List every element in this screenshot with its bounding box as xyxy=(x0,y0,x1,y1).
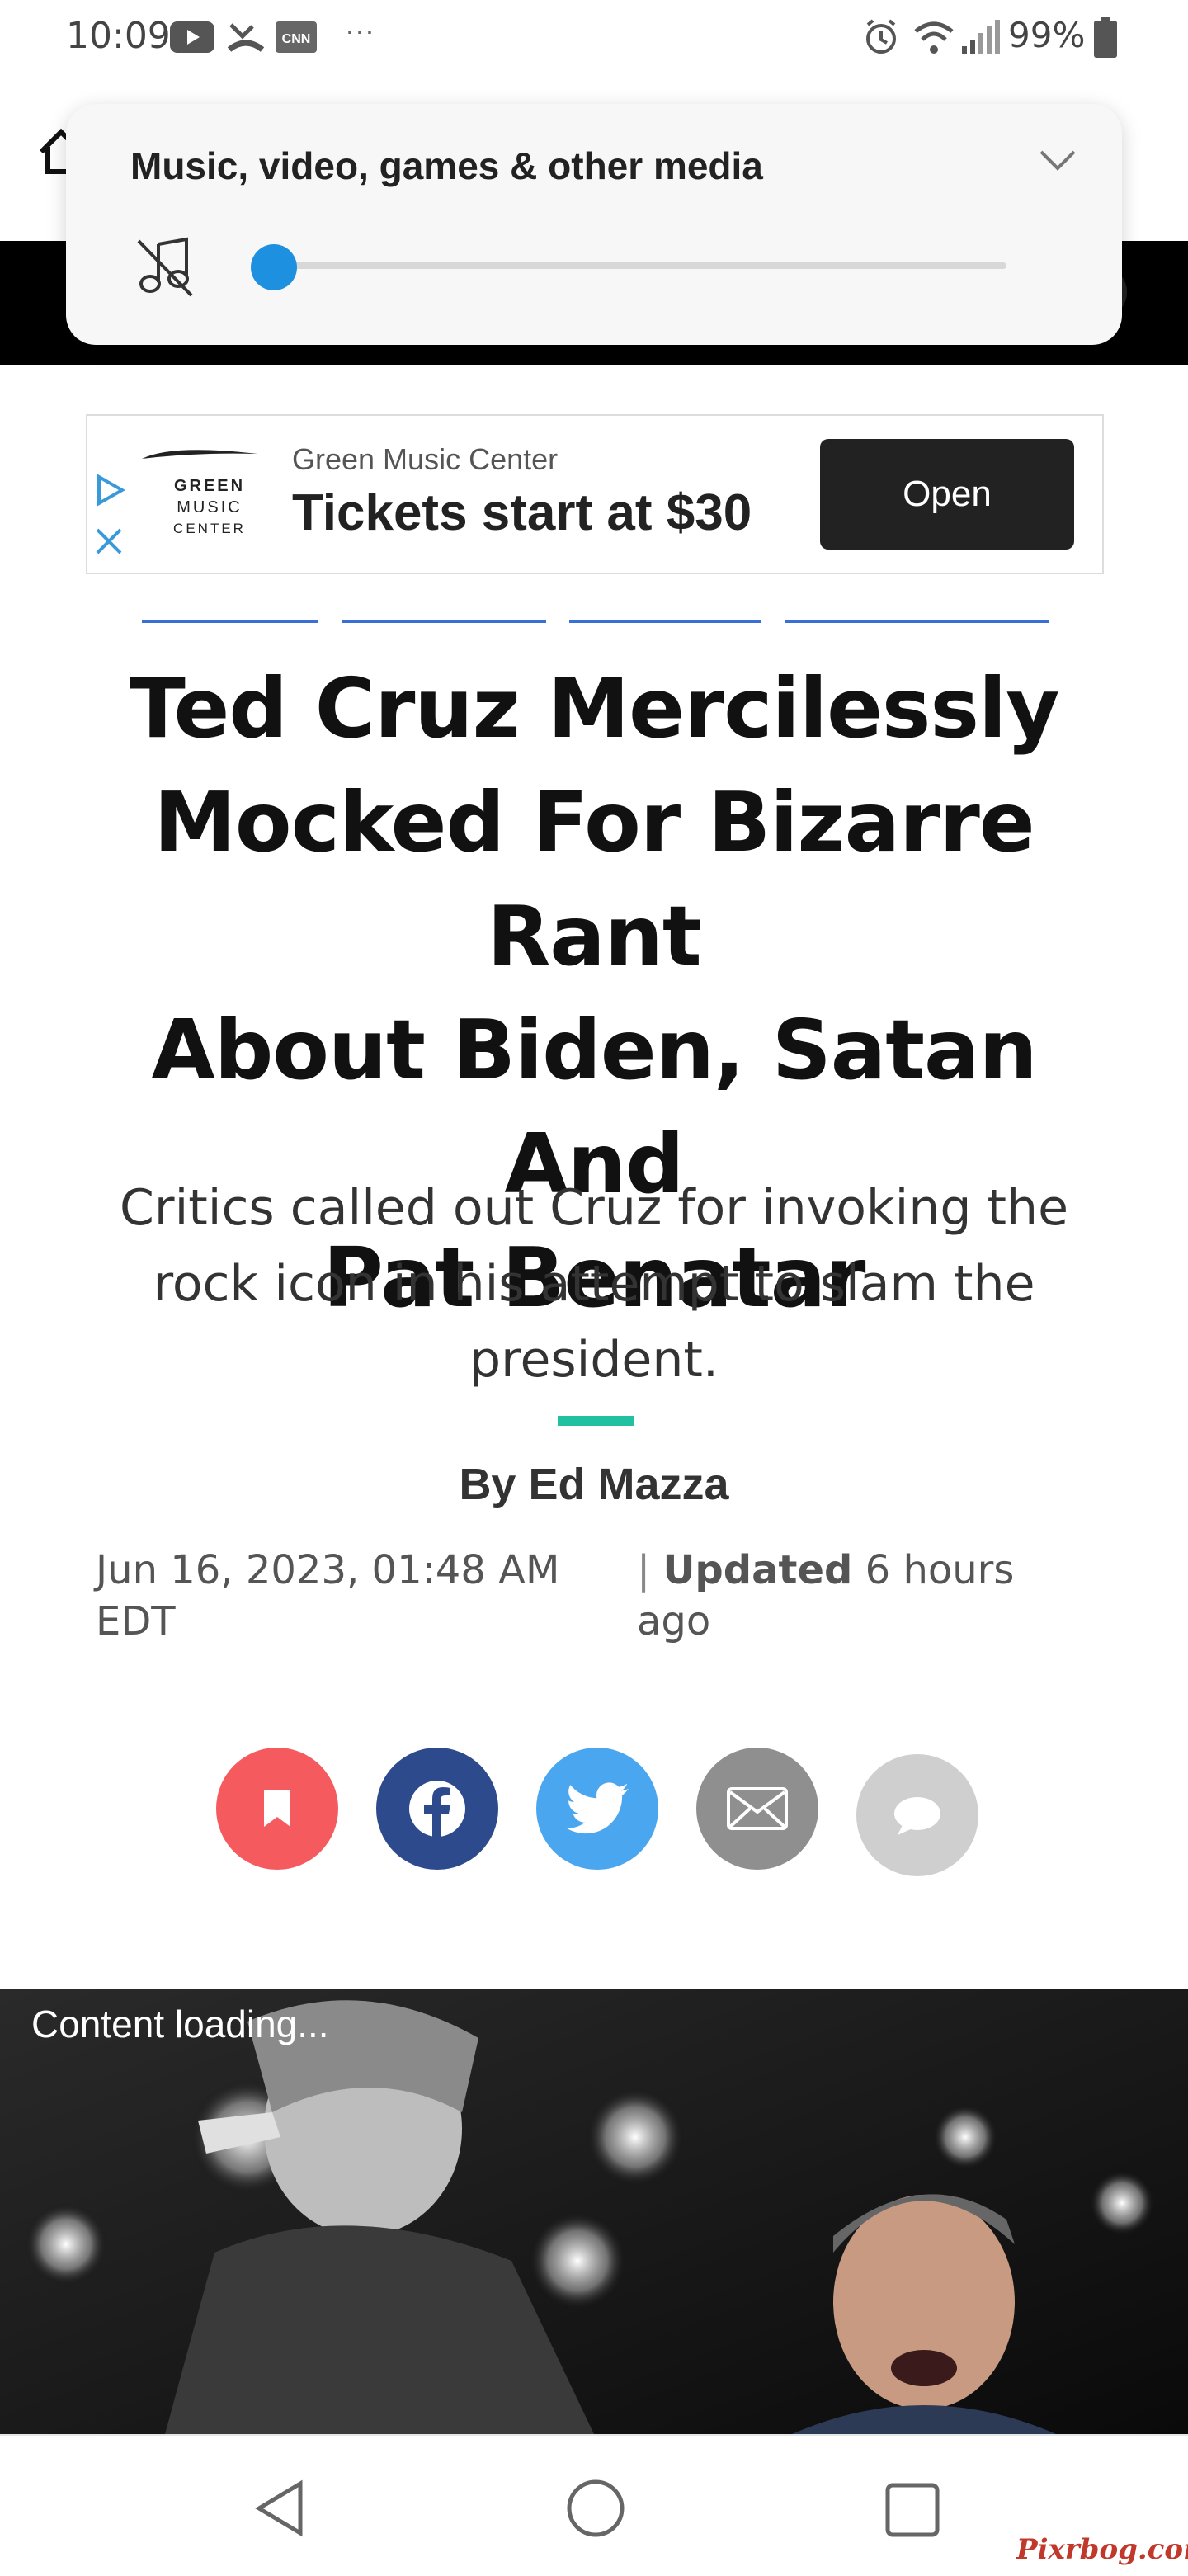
watermark: Pixrbog.com xyxy=(1016,2533,1188,2566)
topic-tag-link[interactable] xyxy=(785,620,1049,623)
battery-percentage: 99% xyxy=(1008,15,1086,55)
article-subhead: Critics called out Cruz for invoking the… xyxy=(120,1179,1068,1389)
ad-banner[interactable]: GREEN MUSIC CENTER Green Music Center Ti… xyxy=(86,414,1104,574)
byline: By Ed Mazza xyxy=(346,1459,842,1510)
system-nav-bar xyxy=(0,2434,1188,2576)
twitter-icon xyxy=(566,1782,629,1834)
headline-line: Mocked For Bizarre Rant xyxy=(153,774,1035,984)
ad-advertiser: Green Music Center xyxy=(292,442,559,476)
more-notifications-icon: ··· xyxy=(345,13,375,47)
back-icon[interactable] xyxy=(252,2479,305,2538)
published-date-line: EDT xyxy=(96,1598,176,1644)
email-share-button[interactable] xyxy=(696,1748,818,1870)
topic-tag-link[interactable] xyxy=(142,620,318,623)
home-nav-icon[interactable] xyxy=(566,2479,625,2538)
updated-value: 6 hours xyxy=(865,1547,1015,1593)
youtube-icon xyxy=(170,21,214,53)
status-time: 10:09 xyxy=(66,15,171,57)
wifi-icon xyxy=(914,21,954,54)
ad-open-button[interactable]: Open xyxy=(820,439,1074,550)
volume-panel-title: Music, video, games & other media xyxy=(130,144,763,187)
author-link[interactable]: Ed Mazza xyxy=(528,1460,728,1509)
close-ad-icon[interactable] xyxy=(91,523,127,559)
topic-tag-link[interactable] xyxy=(569,620,761,623)
missed-call-icon xyxy=(227,23,265,52)
volume-slider-track[interactable] xyxy=(264,262,1006,269)
published-date: Jun 16, 2023, 01:48 AM EDT xyxy=(96,1545,591,1647)
byline-prefix: By xyxy=(459,1460,516,1509)
email-icon xyxy=(727,1787,788,1830)
ad-logo: GREEN MUSIC CENTER xyxy=(160,475,259,540)
twitter-share-button[interactable] xyxy=(536,1748,658,1870)
facebook-share-button[interactable] xyxy=(376,1748,498,1870)
hero-image[interactable]: Content loading... xyxy=(0,1989,1188,2434)
updated-date: | Updated 6 hours ago xyxy=(637,1545,1099,1647)
svg-text:CNN: CNN xyxy=(282,32,311,46)
green-music-center-logo-swoosh xyxy=(142,450,257,459)
bookmark-button[interactable] xyxy=(216,1748,338,1870)
updated-label: Updated xyxy=(662,1547,853,1593)
content-loading-text: Content loading... xyxy=(31,2003,329,2045)
facebook-icon xyxy=(409,1781,465,1837)
ad-logo-line: MUSIC xyxy=(177,498,243,517)
comments-button[interactable] xyxy=(856,1754,978,1876)
accent-divider xyxy=(558,1416,634,1426)
topic-tag-link[interactable] xyxy=(342,620,546,623)
battery-icon xyxy=(1094,17,1117,58)
volume-panel: Music, video, games & other media xyxy=(66,104,1122,345)
hero-photo-illustration xyxy=(0,1989,1188,2434)
bookmark-icon xyxy=(264,1790,290,1827)
ad-headline: Tickets start at $30 xyxy=(292,484,752,541)
ad-logo-line: CENTER xyxy=(173,521,246,536)
signal-icon xyxy=(962,20,1000,54)
recents-icon[interactable] xyxy=(884,2482,940,2538)
cnn-icon: CNN xyxy=(276,21,317,53)
volume-slider-knob[interactable] xyxy=(251,244,297,290)
updated-value: ago xyxy=(637,1598,711,1644)
alarm-icon xyxy=(866,19,896,54)
comment-icon xyxy=(894,1797,940,1835)
ad-logo-line: GREEN xyxy=(173,477,246,495)
chevron-down-icon[interactable] xyxy=(1038,147,1077,173)
media-mute-icon[interactable] xyxy=(135,236,195,299)
status-bar: 10:09 CNN ··· 99% xyxy=(0,0,1188,76)
adchoices-icon[interactable] xyxy=(91,472,127,508)
headline-line: Ted Cruz Mercilessly xyxy=(129,660,1060,757)
published-date-line: Jun 16, 2023, 01:48 AM xyxy=(96,1547,560,1593)
